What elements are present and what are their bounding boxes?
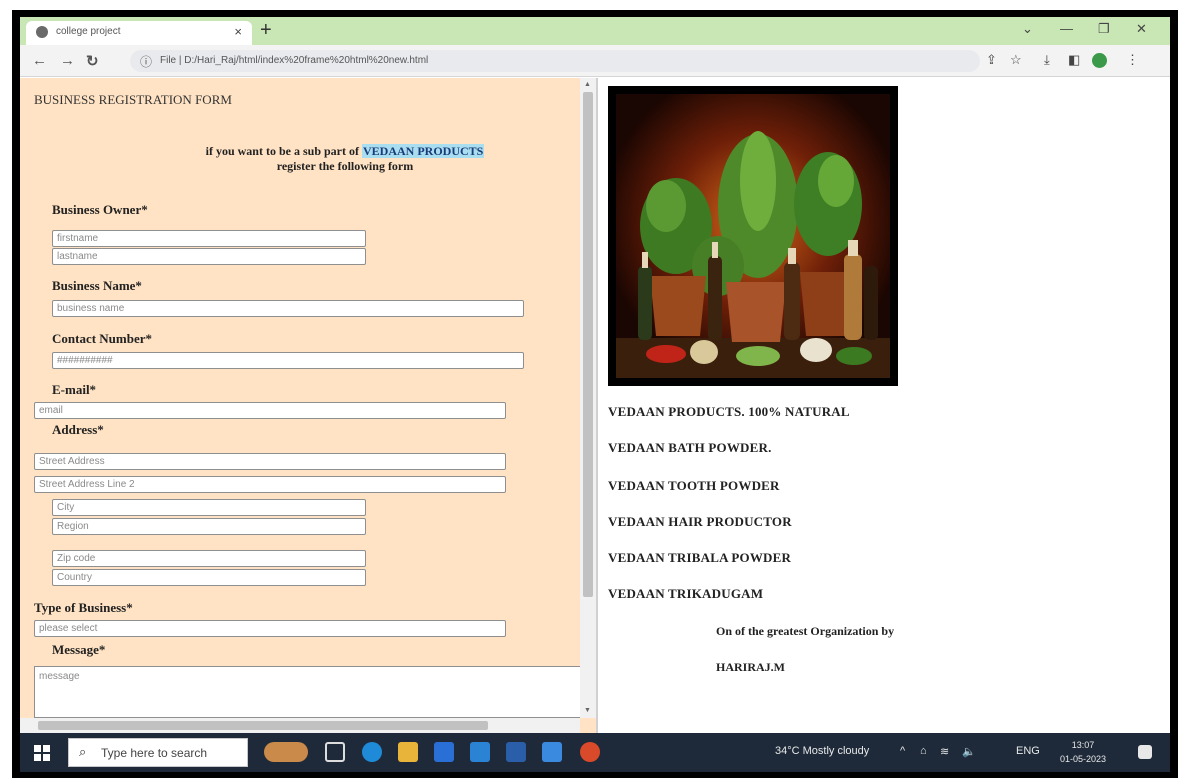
tab-close-button[interactable]: ×	[234, 24, 242, 39]
language-indicator[interactable]: ENG	[1016, 745, 1040, 757]
sidepanel-icon[interactable]: ◧	[1068, 52, 1080, 68]
herbs-image	[608, 86, 898, 386]
product-item: VEDAAN HAIR PRODUCTOR	[608, 514, 792, 529]
intro-suffix: register the following form	[276, 159, 414, 173]
tab-title: college project	[56, 26, 121, 37]
tab-search-chevron-icon[interactable]: ⌄	[1022, 21, 1033, 37]
business-name-label: Business Name*	[52, 278, 142, 293]
business-type-select[interactable]: please select	[34, 620, 506, 637]
product-item: VEDAAN TRIKADUGAM	[608, 586, 764, 601]
intro-text: if you want to be a sub part of VEDAAN P…	[160, 144, 530, 174]
edge-icon[interactable]	[362, 742, 382, 762]
city-input[interactable]: City	[52, 499, 366, 516]
wifi-icon[interactable]: ≋	[940, 745, 949, 758]
network-icon[interactable]: ⌂	[920, 745, 927, 757]
system-clock[interactable]: 13:07 01-05-2023	[1060, 738, 1106, 766]
taskbar-search-box[interactable]: ⌕ Type here to search	[68, 738, 248, 767]
message-label: Message*	[52, 642, 106, 657]
restore-icon[interactable]: ❐	[1098, 21, 1110, 37]
vertical-scrollbar[interactable]: ▲ ▼	[580, 78, 596, 718]
browser-window: college project × + ⌄ — ❐ ✕ ← → ↻ ⓘ File…	[20, 17, 1170, 772]
zip-code-input[interactable]: Zip code	[52, 550, 366, 567]
mail-icon[interactable]	[470, 742, 490, 762]
close-window-icon[interactable]: ✕	[1136, 21, 1147, 37]
region-input[interactable]: Region	[52, 518, 366, 535]
scroll-up-arrow-icon[interactable]: ▲	[584, 80, 591, 88]
tray-chevron-icon[interactable]: ^	[900, 745, 905, 757]
minimize-icon[interactable]: —	[1060, 21, 1073, 36]
registration-frame: BUSINESS REGISTRATION FORM if you want t…	[20, 78, 596, 733]
product-item: VEDAAN TRIBALA POWDER	[608, 550, 792, 565]
product-item: VEDAAN BATH POWDER.	[608, 440, 772, 455]
horizontal-scrollbar[interactable]	[20, 718, 580, 733]
intro-prefix: if you want to be a sub part of	[205, 144, 362, 158]
firstname-input[interactable]: firstname	[52, 230, 366, 247]
download-icon[interactable]: ⤓	[1044, 52, 1050, 68]
notification-icon[interactable]	[1138, 745, 1152, 759]
product-item: VEDAAN PRODUCTS. 100% NATURAL	[608, 404, 850, 419]
taskbar: ⌕ Type here to search 34°C Mostly cloudy…	[20, 733, 1170, 772]
taskbar-search-placeholder: Type here to search	[101, 746, 208, 760]
form-title: BUSINESS REGISTRATION FORM	[34, 92, 232, 107]
lastname-input[interactable]: lastname	[52, 248, 366, 265]
street-address-input[interactable]: Street Address	[34, 453, 506, 470]
author-name: HARIRAJ.M	[716, 660, 785, 674]
globe-icon	[36, 26, 48, 38]
email-label: E-mail*	[52, 382, 97, 397]
search-icon: ⌕	[79, 744, 87, 759]
file-explorer-icon[interactable]	[398, 742, 418, 762]
chrome-icon[interactable]	[580, 742, 600, 762]
contact-number-label: Contact Number*	[52, 331, 153, 346]
contact-number-input[interactable]: ##########	[52, 352, 524, 369]
site-info-icon[interactable]: ⓘ	[140, 53, 152, 70]
new-tab-button[interactable]: +	[260, 19, 272, 42]
business-owner-label: Business Owner*	[52, 202, 148, 217]
back-icon[interactable]: ←	[32, 52, 47, 69]
product-item: VEDAAN TOOTH POWDER	[608, 478, 780, 493]
photos-icon[interactable]	[542, 742, 562, 762]
organization-line: On of the greatest Organization by	[716, 624, 895, 638]
business-type-label: Type of Business*	[34, 600, 133, 615]
volume-icon[interactable]: 🔈	[962, 745, 976, 758]
tab-bar: college project × + ⌄ — ❐ ✕	[20, 17, 1170, 45]
address-label: Address*	[52, 422, 104, 437]
share-icon[interactable]: ⇪	[986, 52, 997, 68]
scroll-thumb[interactable]	[583, 92, 593, 597]
browser-tab[interactable]: college project ×	[26, 21, 252, 45]
task-view-icon[interactable]	[325, 742, 345, 762]
brand-highlight: VEDAAN PRODUCTS	[362, 144, 485, 158]
menu-kebab-icon[interactable]: ⋮	[1126, 52, 1139, 68]
profile-avatar-icon[interactable]	[1092, 53, 1107, 68]
url-text: File | D:/Hari_Raj/html/index%20frame%20…	[160, 55, 429, 66]
weather-status[interactable]: 34°C Mostly cloudy	[775, 745, 869, 757]
url-field[interactable]: ⓘ File | D:/Hari_Raj/html/index%20frame%…	[130, 50, 980, 72]
windows-start-icon[interactable]	[34, 745, 50, 761]
scroll-down-arrow-icon[interactable]: ▼	[584, 706, 591, 714]
clock-date: 01-05-2023	[1060, 754, 1107, 764]
news-widget-icon[interactable]	[264, 742, 308, 762]
reload-icon[interactable]: ↻	[86, 52, 99, 70]
address-bar: ← → ↻ ⓘ File | D:/Hari_Raj/html/index%20…	[20, 45, 1170, 77]
word-icon[interactable]	[506, 742, 526, 762]
street-address-2-input[interactable]: Street Address Line 2	[34, 476, 506, 493]
country-input[interactable]: Country	[52, 569, 366, 586]
message-textarea[interactable]: message	[34, 666, 582, 718]
store-icon[interactable]	[434, 742, 454, 762]
bookmark-star-icon[interactable]: ☆	[1010, 52, 1022, 68]
forward-icon[interactable]: →	[60, 52, 75, 69]
horizontal-scroll-thumb[interactable]	[38, 721, 488, 730]
page-content: BUSINESS REGISTRATION FORM if you want t…	[20, 78, 1170, 733]
clock-time: 13:07	[1071, 740, 1095, 750]
products-frame: VEDAAN PRODUCTS. 100% NATURAL VEDAAN BAT…	[598, 78, 1170, 733]
business-name-input[interactable]: business name	[52, 300, 524, 317]
email-input[interactable]: email	[34, 402, 506, 419]
